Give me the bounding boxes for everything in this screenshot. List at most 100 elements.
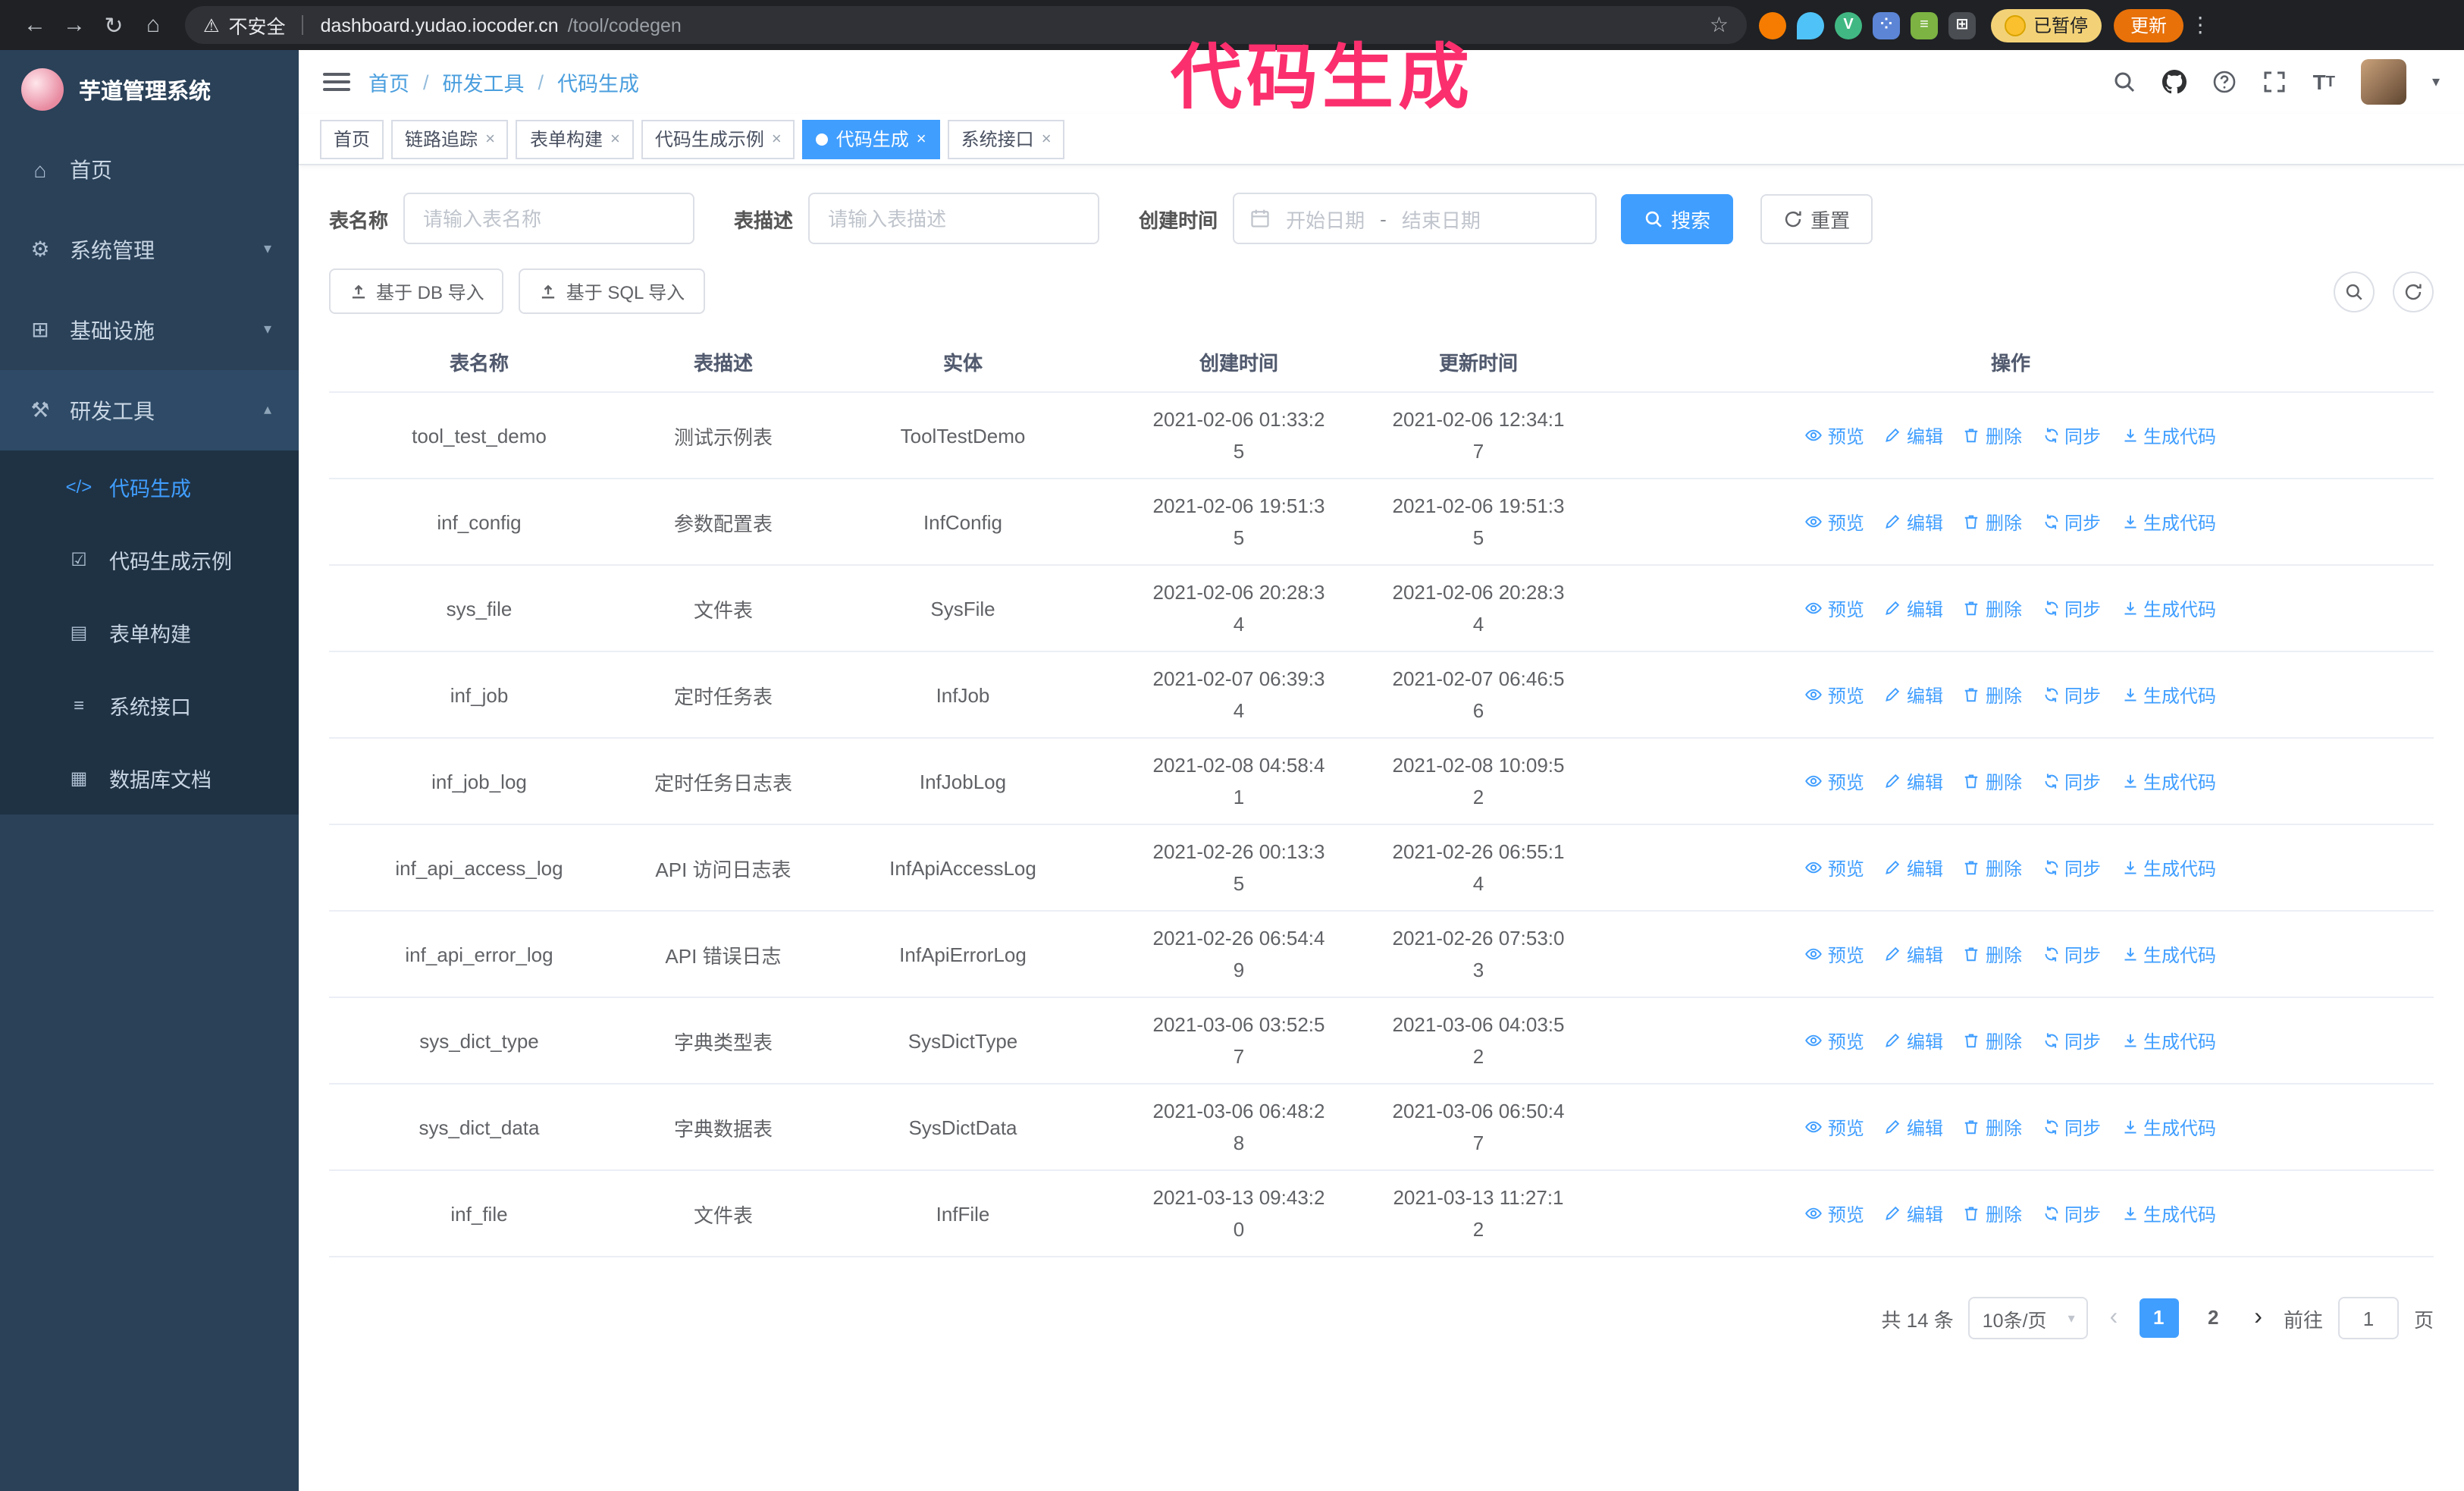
delete-link[interactable]: 删除: [1963, 1028, 2022, 1053]
goto-page-input[interactable]: [2337, 1297, 2399, 1339]
import-db-button[interactable]: 基于 DB 导入: [329, 268, 504, 314]
preview-link[interactable]: 预览: [1805, 1201, 1864, 1226]
page-size-select[interactable]: 10条/页 ▾: [1968, 1297, 2089, 1339]
sync-link[interactable]: 同步: [2042, 1201, 2101, 1226]
delete-link[interactable]: 删除: [1963, 1114, 2022, 1140]
sidebar-item-home[interactable]: ⌂ 首页: [0, 129, 299, 209]
collapse-sidebar-icon[interactable]: [323, 73, 350, 91]
delete-link[interactable]: 删除: [1963, 1201, 2022, 1226]
date-range-picker[interactable]: 开始日期 - 结束日期: [1233, 193, 1597, 244]
preview-link[interactable]: 预览: [1805, 768, 1864, 794]
extension-icon[interactable]: V: [1835, 11, 1862, 39]
browser-update-button[interactable]: 更新: [2114, 8, 2184, 42]
sidebar-item-system-management[interactable]: ⚙ 系统管理 ▾: [0, 209, 299, 290]
sidebar-item-database-docs[interactable]: ▦ 数据库文档: [0, 742, 299, 815]
fullscreen-icon[interactable]: [2263, 70, 2287, 94]
sidebar-item-infrastructure[interactable]: ⊞ 基础设施 ▾: [0, 290, 299, 370]
prev-page-button[interactable]: ‹: [2104, 1304, 2124, 1332]
edit-link[interactable]: 编辑: [1884, 1114, 1943, 1140]
breadcrumb-item[interactable]: 研发工具: [443, 67, 525, 97]
sync-link[interactable]: 同步: [2042, 855, 2101, 880]
generate-code-link[interactable]: 生成代码: [2121, 941, 2216, 967]
delete-link[interactable]: 删除: [1963, 595, 2022, 621]
import-sql-button[interactable]: 基于 SQL 导入: [519, 268, 705, 314]
generate-code-link[interactable]: 生成代码: [2121, 768, 2216, 794]
edit-link[interactable]: 编辑: [1884, 682, 1943, 708]
github-icon[interactable]: [2162, 70, 2187, 94]
sync-link[interactable]: 同步: [2042, 1114, 2101, 1140]
tab-codegen-example[interactable]: 代码生成示例 ×: [641, 119, 795, 159]
user-avatar[interactable]: [2360, 59, 2406, 105]
address-bar[interactable]: ⚠ 不安全 dashboard.yudao.iocoder.cn /tool/c…: [185, 6, 1747, 44]
generate-code-link[interactable]: 生成代码: [2121, 422, 2216, 448]
home-icon[interactable]: ⌂: [133, 5, 173, 45]
table-desc-input[interactable]: [808, 193, 1100, 244]
extension-icon[interactable]: [1797, 11, 1824, 39]
delete-link[interactable]: 删除: [1963, 509, 2022, 535]
edit-link[interactable]: 编辑: [1884, 941, 1943, 967]
sync-link[interactable]: 同步: [2042, 682, 2101, 708]
edit-link[interactable]: 编辑: [1884, 595, 1943, 621]
preview-link[interactable]: 预览: [1805, 595, 1864, 621]
tab-form-builder[interactable]: 表单构建 ×: [516, 119, 634, 159]
extension-icon[interactable]: ⁘: [1873, 11, 1900, 39]
delete-link[interactable]: 删除: [1963, 855, 2022, 880]
generate-code-link[interactable]: 生成代码: [2121, 595, 2216, 621]
breadcrumb-item[interactable]: 代码生成: [557, 67, 639, 97]
edit-link[interactable]: 编辑: [1884, 422, 1943, 448]
tab-close-icon[interactable]: ×: [610, 130, 620, 148]
generate-code-link[interactable]: 生成代码: [2121, 1201, 2216, 1226]
preview-link[interactable]: 预览: [1805, 422, 1864, 448]
sync-link[interactable]: 同步: [2042, 595, 2101, 621]
sidebar-item-system-interface[interactable]: ≡ 系统接口: [0, 669, 299, 742]
edit-link[interactable]: 编辑: [1884, 1201, 1943, 1226]
preview-link[interactable]: 预览: [1805, 509, 1864, 535]
sync-link[interactable]: 同步: [2042, 509, 2101, 535]
generate-code-link[interactable]: 生成代码: [2121, 855, 2216, 880]
tab-close-icon[interactable]: ×: [485, 130, 495, 148]
help-icon[interactable]: [2213, 70, 2237, 94]
tab-system-interface[interactable]: 系统接口 ×: [947, 119, 1065, 159]
preview-link[interactable]: 预览: [1805, 1114, 1864, 1140]
delete-link[interactable]: 删除: [1963, 941, 2022, 967]
tab-home[interactable]: 首页: [320, 119, 384, 159]
edit-link[interactable]: 编辑: [1884, 768, 1943, 794]
sidebar-item-code-generation[interactable]: </> 代码生成: [0, 450, 299, 523]
preview-link[interactable]: 预览: [1805, 1028, 1864, 1053]
avatar-dropdown-icon[interactable]: ▾: [2432, 74, 2440, 90]
edit-link[interactable]: 编辑: [1884, 855, 1943, 880]
table-name-input[interactable]: [403, 193, 695, 244]
edit-link[interactable]: 编辑: [1884, 509, 1943, 535]
sidebar-item-dev-tools[interactable]: ⚒ 研发工具 ▴: [0, 370, 299, 450]
search-icon[interactable]: [2113, 70, 2137, 94]
page-number-button[interactable]: 2: [2193, 1298, 2233, 1338]
sync-link[interactable]: 同步: [2042, 768, 2101, 794]
sidebar-item-form-builder[interactable]: ▤ 表单构建: [0, 596, 299, 669]
generate-code-link[interactable]: 生成代码: [2121, 682, 2216, 708]
extension-icon[interactable]: ≡: [1911, 11, 1938, 39]
font-size-icon[interactable]: TT: [2313, 70, 2335, 94]
tab-codegen[interactable]: 代码生成 ×: [802, 119, 940, 159]
preview-link[interactable]: 预览: [1805, 855, 1864, 880]
page-number-button[interactable]: 1: [2139, 1298, 2179, 1338]
toggle-search-button[interactable]: [2334, 271, 2375, 312]
tab-trace[interactable]: 链路追踪 ×: [391, 119, 509, 159]
preview-link[interactable]: 预览: [1805, 941, 1864, 967]
sidebar-item-code-generation-example[interactable]: ☑ 代码生成示例: [0, 523, 299, 596]
extension-icon[interactable]: ⊞: [1948, 11, 1976, 39]
next-page-button[interactable]: ›: [2248, 1304, 2268, 1332]
bookmark-star-icon[interactable]: ☆: [1710, 12, 1729, 38]
generate-code-link[interactable]: 生成代码: [2121, 509, 2216, 535]
sync-link[interactable]: 同步: [2042, 422, 2101, 448]
edit-link[interactable]: 编辑: [1884, 1028, 1943, 1053]
search-button[interactable]: 搜索: [1621, 193, 1734, 243]
reload-icon[interactable]: ↻: [94, 5, 133, 45]
delete-link[interactable]: 删除: [1963, 768, 2022, 794]
extension-icon[interactable]: [1759, 11, 1786, 39]
sync-link[interactable]: 同步: [2042, 1028, 2101, 1053]
preview-link[interactable]: 预览: [1805, 682, 1864, 708]
generate-code-link[interactable]: 生成代码: [2121, 1114, 2216, 1140]
sync-link[interactable]: 同步: [2042, 941, 2101, 967]
reset-button[interactable]: 重置: [1760, 193, 1873, 243]
breadcrumb-item[interactable]: 首页: [368, 67, 409, 97]
